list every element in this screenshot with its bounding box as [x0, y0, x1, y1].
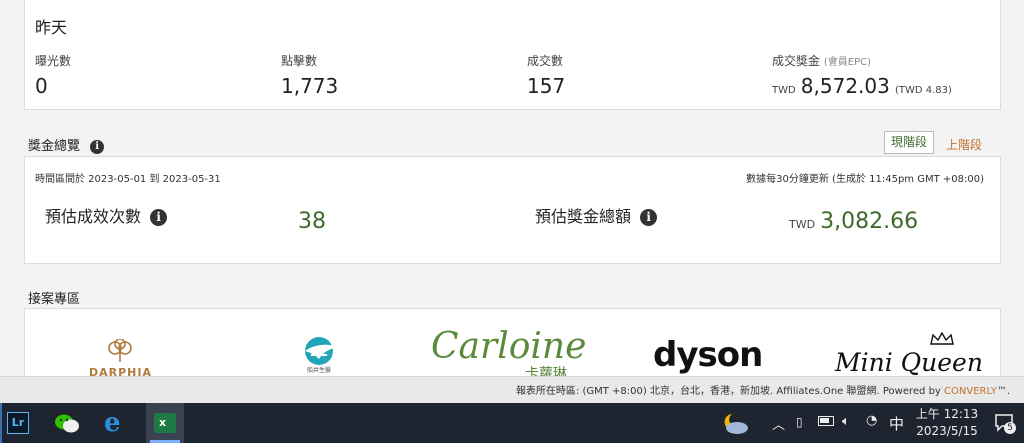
epc-value: (TWD 4.83) — [894, 85, 952, 96]
taskbar: Lr e x ︿ ▯ 🔈︎ ◔ 中 上午 12:13 2023/5/15 5 — [0, 403, 1024, 443]
bonus-value-group: TWD 8,572.03 (TWD 4.83) — [772, 74, 952, 98]
est-count-label-group: 預估成效次數 i — [45, 203, 168, 227]
info-icon[interactable]: i — [90, 139, 105, 154]
excel-app-button[interactable]: x — [146, 403, 184, 443]
clock-date: 2023/5/15 — [916, 424, 978, 438]
est-count-label: 預估成效次數 — [45, 207, 142, 226]
brand-carloine-name: Carloine — [431, 327, 587, 367]
bonus-value: 8,572.03 — [800, 74, 890, 98]
show-hidden-icons-icon[interactable]: ︿ — [772, 414, 785, 433]
date-range: 時間區間於 2023-05-01 到 2023-05-31 — [35, 174, 221, 185]
est-bonus-label-group: 預估獎金總額 i — [535, 203, 658, 227]
notification-count: 5 — [1004, 422, 1016, 434]
brand-miniqueen-name: Mini Queen — [835, 348, 983, 377]
tab-previous-period[interactable]: 上階段 — [946, 136, 982, 153]
yesterday-title: 昨天 — [35, 18, 68, 37]
ship-icon: 船井生醫 — [305, 337, 339, 374]
yesterday-card: 昨天 曝光數 0 點擊數 1,773 成交數 157 成交獎金 (會員EPC) … — [24, 0, 1001, 110]
clicks-value: 1,773 — [281, 74, 339, 98]
device-icon[interactable]: ▯ — [796, 415, 803, 429]
update-note: 數據每30分鐘更新 (生成於 11:45pm GMT +08:00) — [746, 174, 984, 185]
ie-app-icon[interactable]: e — [104, 410, 121, 436]
clicks-label: 點擊數 — [281, 54, 318, 68]
crown-icon — [930, 331, 954, 345]
ime-indicator[interactable]: 中 — [889, 413, 904, 434]
battery-icon[interactable] — [818, 416, 834, 426]
bonus-currency: TWD — [772, 85, 796, 96]
impressions-value: 0 — [35, 74, 48, 98]
bonus-overview-card: 時間區間於 2023-05-01 到 2023-05-31 數據每30分鐘更新 … — [24, 156, 1001, 264]
impressions-label: 曝光數 — [35, 54, 72, 68]
wifi-icon[interactable]: ◔ — [866, 413, 877, 428]
svg-text:船井生醫: 船井生醫 — [307, 366, 331, 373]
bonus-label-group: 成交獎金 (會員EPC) — [772, 52, 871, 69]
brand-darphia-logo[interactable]: DARPHIA — [89, 338, 151, 379]
clock-time: 上午 12:13 — [915, 407, 979, 421]
brand-miniqueen-logo[interactable]: Mini Queen — [835, 331, 985, 376]
footer-prefix: 報表所在時區: (GMT +8:00) 北京，台北，香港，新加坡. Affili… — [515, 386, 945, 397]
brand-carloine-logo[interactable]: Carloine 卡蘿琳 — [431, 327, 601, 377]
bonus-label: 成交獎金 — [772, 54, 821, 68]
footer-bar: 報表所在時區: (GMT +8:00) 北京，台北，香港，新加坡. Affili… — [0, 376, 1024, 403]
volume-icon[interactable]: 🔈︎ — [842, 414, 850, 429]
info-icon[interactable]: i — [150, 209, 168, 226]
brand-dyson-logo[interactable]: dyson — [653, 335, 763, 375]
tab-current-period[interactable]: 現階段 — [884, 131, 934, 154]
epc-sublabel: (會員EPC) — [823, 57, 871, 68]
wechat-app-icon[interactable] — [54, 413, 80, 439]
notification-icon[interactable]: 5 — [994, 412, 1016, 434]
conversions-label: 成交數 — [527, 54, 564, 68]
clock[interactable]: 上午 12:13 2023/5/15 — [912, 406, 982, 440]
lightroom-app-icon[interactable]: Lr — [7, 412, 29, 434]
converly-link[interactable]: CONVERLY — [944, 386, 997, 397]
est-count-value: 38 — [298, 209, 326, 234]
est-bonus-value: 3,082.66 — [820, 209, 919, 234]
brand-boat-logo[interactable]: 船井生醫 — [291, 333, 347, 377]
est-bonus-label: 預估獎金總額 — [535, 207, 632, 226]
est-bonus-currency: TWD — [789, 218, 816, 231]
footer-text: 報表所在時區: (GMT +8:00) 北京，台北，香港，新加坡. Affili… — [516, 382, 1010, 397]
footer-suffix: ™. — [996, 386, 1010, 397]
cotton-icon — [108, 338, 132, 362]
overview-title: 獎金總覽 — [28, 139, 81, 154]
weather-icon[interactable] — [720, 411, 750, 439]
taskbar-edge — [0, 403, 2, 443]
conversions-value: 157 — [527, 74, 566, 98]
overview-title-group: 獎金總覽 i — [28, 135, 105, 154]
info-icon[interactable]: i — [640, 209, 658, 226]
cases-title: 接案專區 — [28, 292, 81, 307]
excel-app-icon: x — [154, 413, 176, 433]
est-bonus-value-group: TWD 3,082.66 — [789, 209, 918, 234]
